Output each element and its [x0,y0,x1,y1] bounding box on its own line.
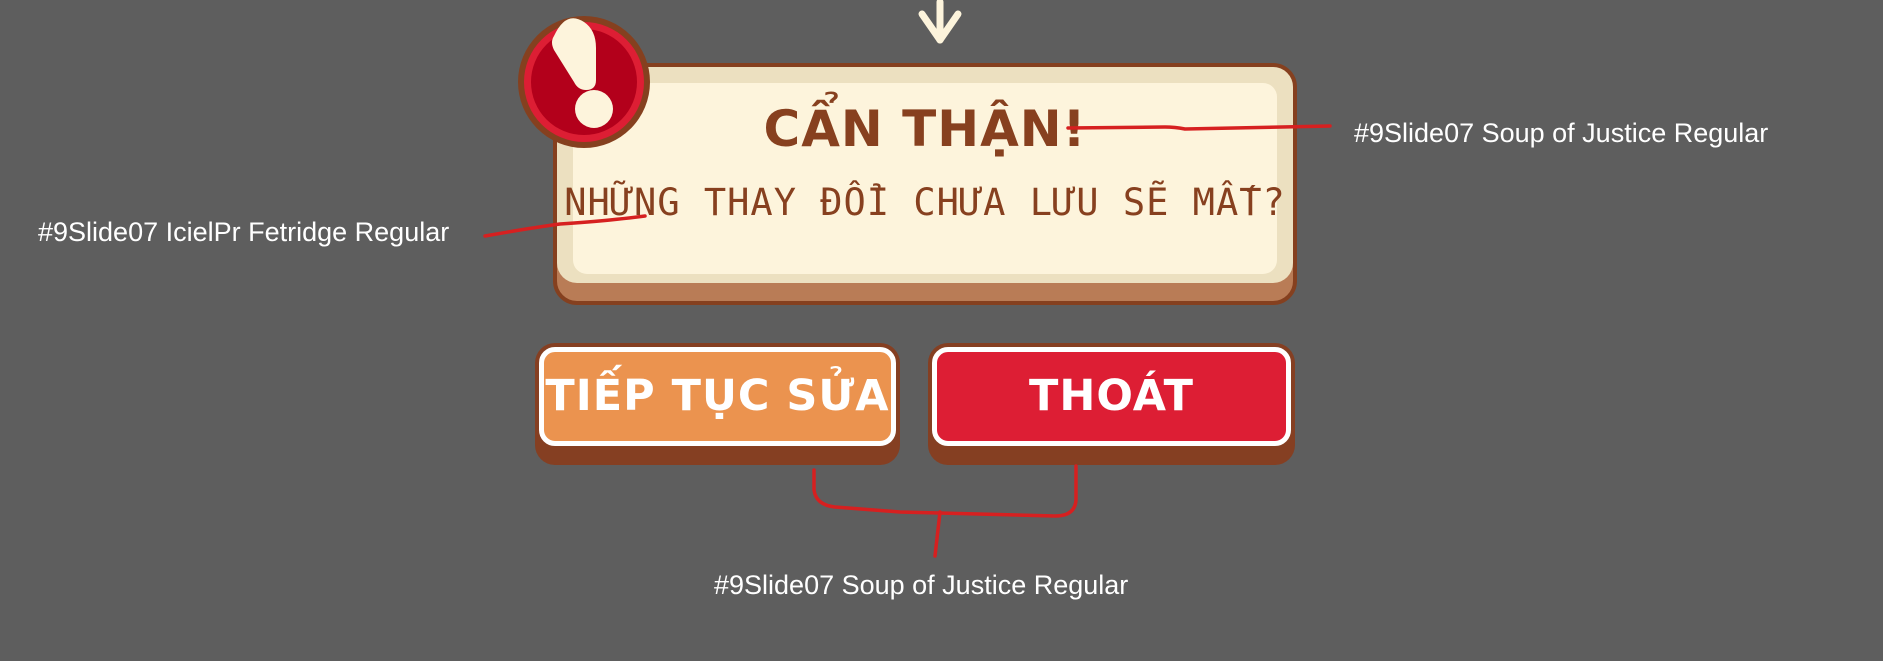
dialog-title: CẨN THẬN! [763,100,1087,158]
annotation-buttons-font: #9Slide07 Soup of Justice Regular [714,570,1129,600]
canvas: CẨN THẬN! NHỮNG THAY ĐỔI CHƯA LƯU SẼ MẤT… [0,0,1883,661]
annotation-message-font: #9Slide07 IcielPr Fetridge Regular [38,217,450,247]
exit-button-face: THOÁT [932,347,1291,446]
exit-button[interactable]: THOÁT [928,343,1295,465]
dialog-message: NHỮNG THAY ĐỔI CHƯA LƯU SẼ MẤT? [564,181,1286,224]
exit-label: THOÁT [1029,371,1194,421]
exclamation-icon [518,16,650,148]
continue-editing-label: TIẾP TỤC SỬA [545,371,890,421]
continue-editing-button-face: TIẾP TỤC SỬA [539,347,896,446]
confirm-dialog: CẨN THẬN! NHỮNG THAY ĐỔI CHƯA LƯU SẼ MẤT… [553,63,1297,305]
annotation-title-font: #9Slide07 Soup of Justice Regular [1354,118,1769,148]
down-arrow-icon [918,0,962,44]
continue-editing-button[interactable]: TIẾP TỤC SỬA [535,343,900,465]
